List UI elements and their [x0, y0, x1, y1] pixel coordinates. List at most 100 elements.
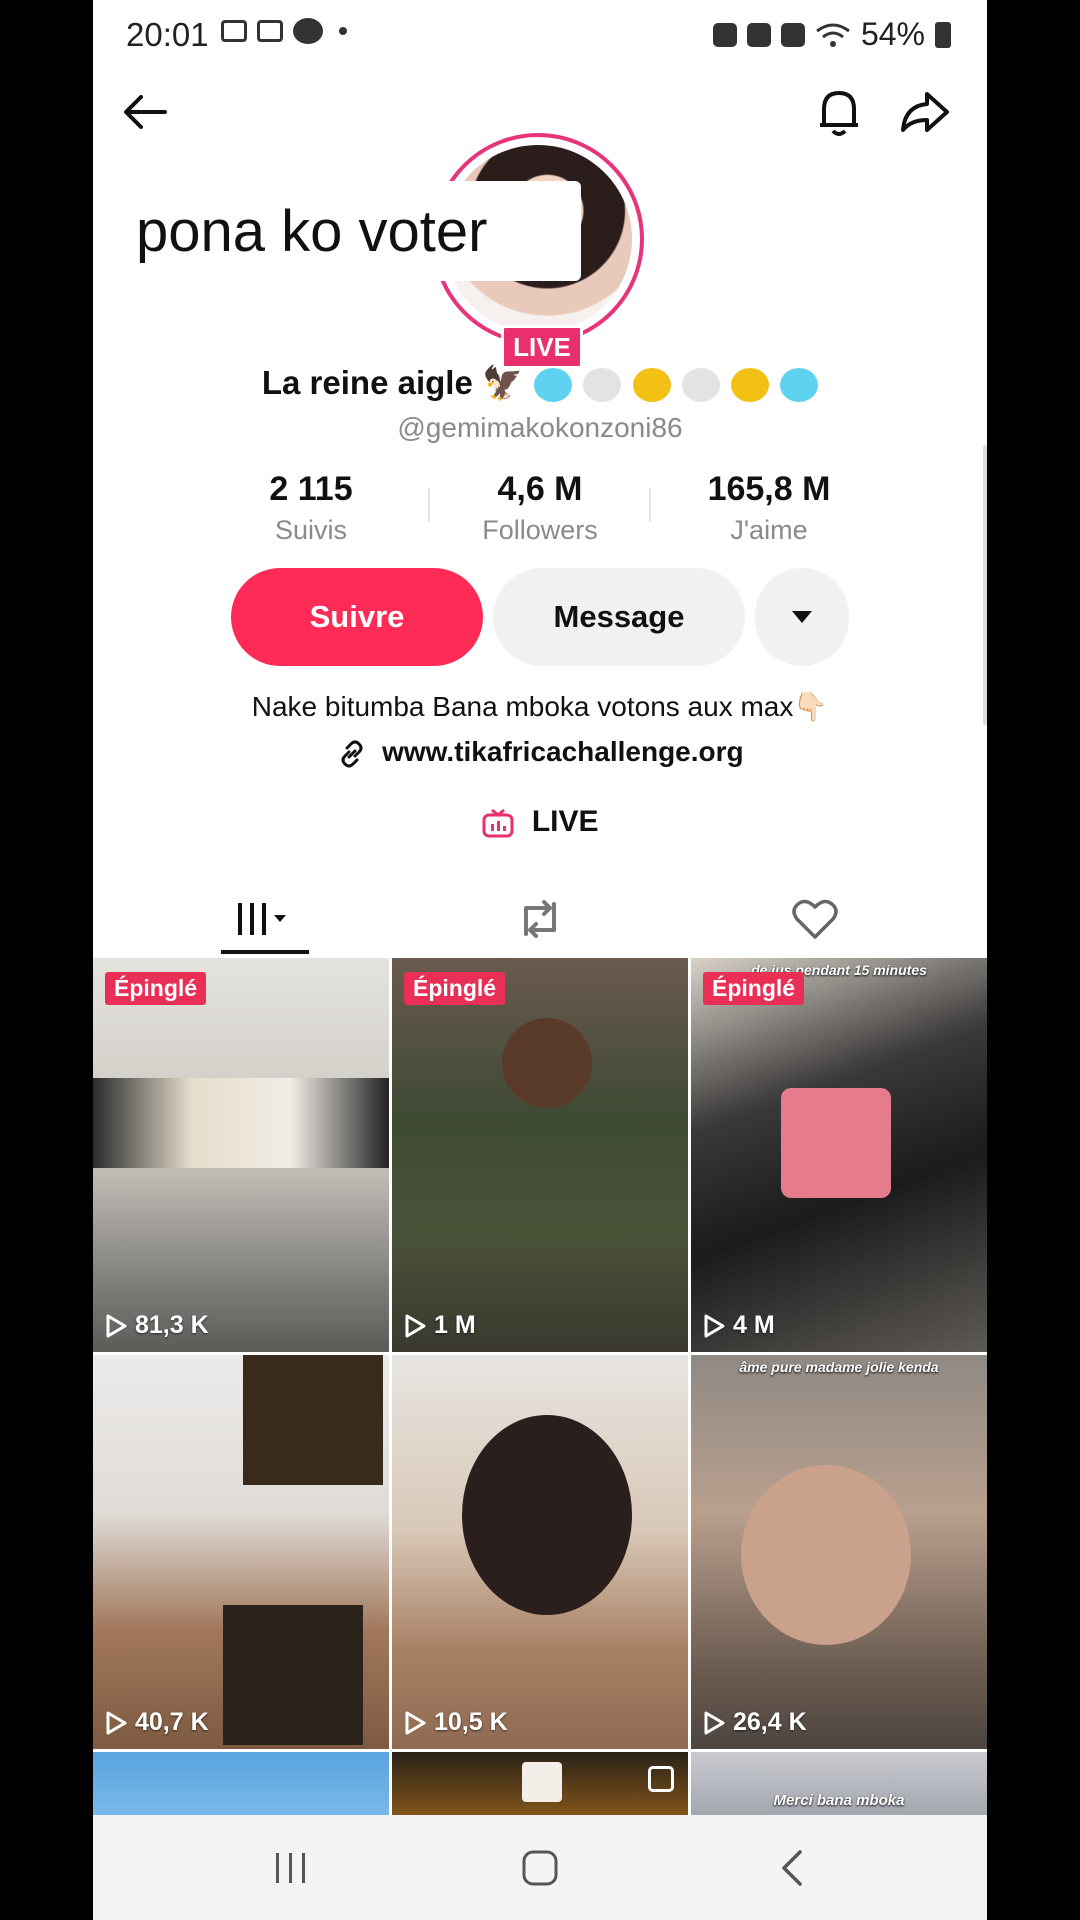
- heart-white-icon: [681, 368, 720, 403]
- video-thumbnail: [243, 1355, 383, 1485]
- video-thumbnail: [741, 1465, 911, 1645]
- back-button[interactable]: [115, 82, 175, 142]
- sync-icon: [712, 22, 737, 47]
- view-count: 81,3 K: [105, 1311, 209, 1340]
- follow-button[interactable]: Suivre: [231, 568, 483, 666]
- stat-likes[interactable]: 165,8 M J'aime: [659, 470, 879, 546]
- notifications-button[interactable]: [809, 82, 869, 142]
- view-count-text: 1 M: [434, 1311, 476, 1339]
- heart-yellow-icon: [730, 368, 769, 403]
- profile-handle: @gemimakokonzoni86: [397, 412, 683, 443]
- video-tile[interactable]: de jus pendant 15 minutes Épinglé 4 M: [691, 958, 987, 1352]
- video-thumbnail: [93, 1078, 389, 1168]
- profile-link-text: www.tikafricachallenge.org: [382, 736, 744, 767]
- play-icon: [704, 1711, 725, 1734]
- overlay-caption-text: pona ko voter: [136, 198, 488, 264]
- battery-percent: 54%: [860, 16, 925, 52]
- message-bubble-icon: [293, 18, 323, 44]
- video-tile[interactable]: 40,7 K: [93, 1355, 389, 1749]
- video-tile[interactable]: Merci bana mboka: [691, 1752, 987, 1822]
- tab-liked[interactable]: [666, 880, 964, 958]
- view-count: 10,5 K: [404, 1708, 508, 1737]
- live-tv-icon: [482, 808, 514, 838]
- message-button[interactable]: Message: [493, 568, 745, 666]
- notification-icons: [221, 18, 347, 44]
- live-events-link[interactable]: LIVE: [93, 805, 987, 839]
- stat-label: J'aime: [730, 515, 808, 545]
- profile-bio: Nake bitumba Bana mboka votons aux max👇🏻: [251, 691, 829, 722]
- stat-label: Suivis: [274, 515, 348, 545]
- stat-value: 4,6 M: [497, 470, 583, 508]
- recent-apps-button[interactable]: [231, 1815, 351, 1920]
- heart-white-icon: [583, 368, 622, 403]
- battery-icon: [935, 21, 951, 48]
- view-count-text: 4 M: [733, 1311, 775, 1339]
- share-button[interactable]: [895, 82, 955, 142]
- play-icon: [106, 1711, 127, 1734]
- live-badge[interactable]: LIVE: [501, 325, 583, 369]
- mute-icon: [780, 22, 805, 47]
- wifi-signal-icon: [816, 23, 850, 47]
- pinned-badge: Épinglé: [105, 972, 207, 1005]
- profile-name-text: La reine aigle: [261, 364, 473, 401]
- video-tile[interactable]: Épinglé 1 M: [392, 958, 688, 1352]
- stat-followers[interactable]: 4,6 M Followers: [430, 470, 650, 546]
- tab-videos[interactable]: [116, 880, 414, 958]
- stat-divider: [649, 488, 651, 522]
- share-icon: [901, 92, 949, 132]
- stat-following[interactable]: 2 115 Suivis: [201, 470, 421, 546]
- stat-value: 2 115: [269, 470, 353, 508]
- stat-divider: [428, 488, 430, 522]
- screenshot-icon: [221, 20, 247, 42]
- video-tile[interactable]: âme pure madame jolie kenda 26,4 K: [691, 1355, 987, 1749]
- video-tile[interactable]: [392, 1752, 688, 1822]
- play-icon: [106, 1314, 127, 1337]
- profile-tabs: [93, 880, 987, 959]
- scrollbar[interactable]: [983, 445, 987, 725]
- multi-image-icon: [648, 1766, 674, 1792]
- system-icons: 54%: [712, 16, 951, 53]
- link-icon: [341, 740, 363, 768]
- active-tab-indicator: [221, 950, 309, 954]
- back-nav-button[interactable]: [733, 1815, 853, 1920]
- screenshot-icon: [257, 20, 283, 42]
- video-thumbnail: [781, 1088, 891, 1198]
- heart-blue-icon: [534, 368, 573, 403]
- view-count: 4 M: [703, 1311, 775, 1340]
- view-count-text: 40,7 K: [135, 1708, 209, 1736]
- video-tile[interactable]: [93, 1752, 389, 1822]
- repost-icon: [524, 900, 556, 938]
- profile-stats: 2 115 Suivis 4,6 M Followers 165,8 M J'a…: [93, 470, 987, 550]
- heart-blue-icon: [780, 368, 819, 403]
- video-caption: Merci bana mboka: [773, 1792, 905, 1809]
- heart-outline-icon: [792, 899, 838, 939]
- profile-link[interactable]: www.tikafricachallenge.org: [93, 736, 987, 768]
- caret-down-icon: [792, 611, 812, 623]
- home-icon: [522, 1850, 558, 1885]
- video-thumbnail: [522, 1762, 562, 1802]
- video-thumbnail: [462, 1415, 632, 1615]
- tab-reposts[interactable]: [391, 880, 689, 958]
- video-thumbnail: [502, 1018, 592, 1108]
- home-button[interactable]: [481, 1815, 601, 1920]
- overlay-caption: pona ko voter: [136, 181, 581, 281]
- system-nav-bar: [93, 1815, 987, 1920]
- recent-apps-icon: [276, 1852, 305, 1883]
- profile-name-emoji: 🦅: [481, 364, 524, 401]
- suggested-accounts-button[interactable]: [755, 568, 849, 666]
- stat-label: Followers: [482, 515, 598, 545]
- status-time: 20:01: [126, 16, 209, 53]
- play-icon: [405, 1314, 426, 1337]
- video-tile[interactable]: Épinglé 81,3 K: [93, 958, 389, 1352]
- play-icon: [704, 1314, 725, 1337]
- video-tile[interactable]: 10,5 K: [392, 1355, 688, 1749]
- status-bar: 20:01 54%: [93, 0, 987, 70]
- phone-screen: 20:01 54% LIVE pona ko voter La reine ai…: [93, 0, 987, 1920]
- alarm-icon: [746, 22, 771, 47]
- view-count-text: 10,5 K: [434, 1708, 508, 1736]
- pinned-badge: Épinglé: [404, 972, 506, 1005]
- video-thumbnail: [223, 1605, 363, 1745]
- view-count-text: 26,4 K: [733, 1708, 807, 1736]
- play-icon: [405, 1711, 426, 1734]
- video-caption: âme pure madame jolie kenda: [739, 1359, 939, 1375]
